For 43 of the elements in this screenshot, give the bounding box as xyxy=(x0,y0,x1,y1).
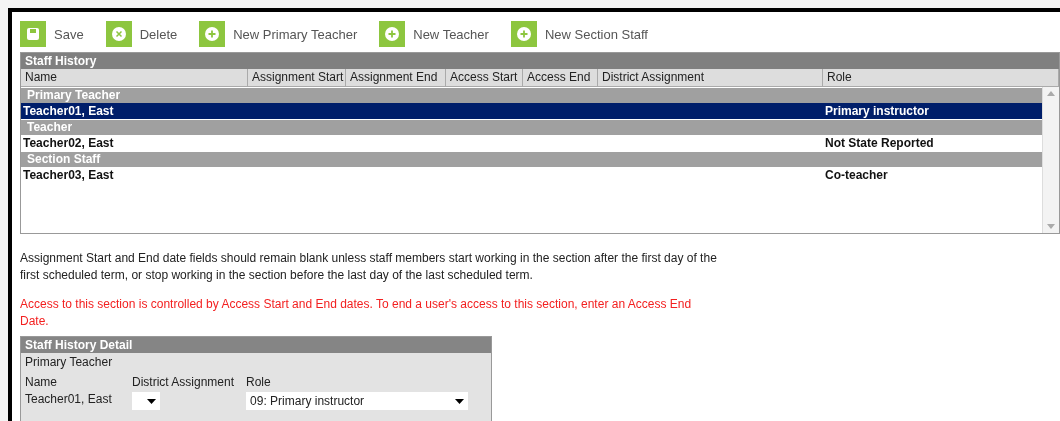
table-title: Staff History xyxy=(21,53,1059,69)
toolbar-button[interactable]: New Primary Teacher xyxy=(199,21,358,47)
add-icon xyxy=(379,21,406,47)
staff-type-label: Primary Teacher xyxy=(24,354,114,371)
field-label: Name xyxy=(25,375,58,389)
column-header[interactable]: Assignment End xyxy=(346,69,446,86)
save-icon xyxy=(20,21,46,47)
column-header[interactable]: Name xyxy=(21,69,248,86)
district-select[interactable] xyxy=(132,392,160,410)
staff-row[interactable]: Teacher01, East Primary instructor xyxy=(21,103,1042,119)
toolbar-button[interactable]: Delete xyxy=(105,21,178,47)
table-cell-text: Co-teacher xyxy=(824,167,889,183)
toolbar-button[interactable]: Save xyxy=(20,21,84,47)
role-select[interactable]: 09: Primary instructor xyxy=(246,392,469,410)
scrollbar[interactable] xyxy=(1042,87,1059,233)
delete-icon xyxy=(105,21,132,47)
toolbar-button[interactable]: New Teacher xyxy=(379,21,489,47)
group-header: Teacher xyxy=(21,120,1042,135)
table-cell-text: Teacher02, East xyxy=(22,135,115,151)
panel-title: Staff History Detail xyxy=(21,337,491,353)
table-cell-text: Teacher03, East xyxy=(22,167,115,183)
add-icon xyxy=(199,21,226,47)
field-label: District Assignment xyxy=(132,375,235,389)
column-header[interactable]: Access Start xyxy=(446,69,523,86)
group-header: Primary Teacher xyxy=(21,88,1042,103)
caret-icon xyxy=(455,398,465,404)
table-cell-text: Not State Reported xyxy=(824,135,935,151)
add-icon xyxy=(510,21,537,47)
column-header[interactable]: Role xyxy=(823,69,1059,86)
name-value: Teacher01, East xyxy=(25,392,113,406)
toolbar-button[interactable]: New Section Staff xyxy=(510,21,648,47)
scroll-down-icon[interactable] xyxy=(1047,224,1055,229)
table-cell-text: Primary instructor xyxy=(824,103,931,119)
caret-icon xyxy=(147,398,156,404)
column-header[interactable]: Assignment Start xyxy=(248,69,346,86)
column-header[interactable]: District Assignment xyxy=(598,69,823,86)
group-header: Section Staff xyxy=(21,152,1042,167)
scroll-up-icon[interactable] xyxy=(1047,91,1055,96)
column-header[interactable]: Access End xyxy=(523,69,598,86)
table-cell-text: Teacher01, East xyxy=(22,103,115,119)
note-text: Assignment Start and End date fields should remain blank unless staff members start working in the section after the first day of the first scheduled term, or stop working in the section before the last day of the last scheduled term. xyxy=(20,250,718,284)
field-label: Role xyxy=(246,375,272,389)
warning-text: Access to this section is controlled by Access Start and End dates. To end a user's access to this section, enter an Access End Date. xyxy=(20,296,693,330)
